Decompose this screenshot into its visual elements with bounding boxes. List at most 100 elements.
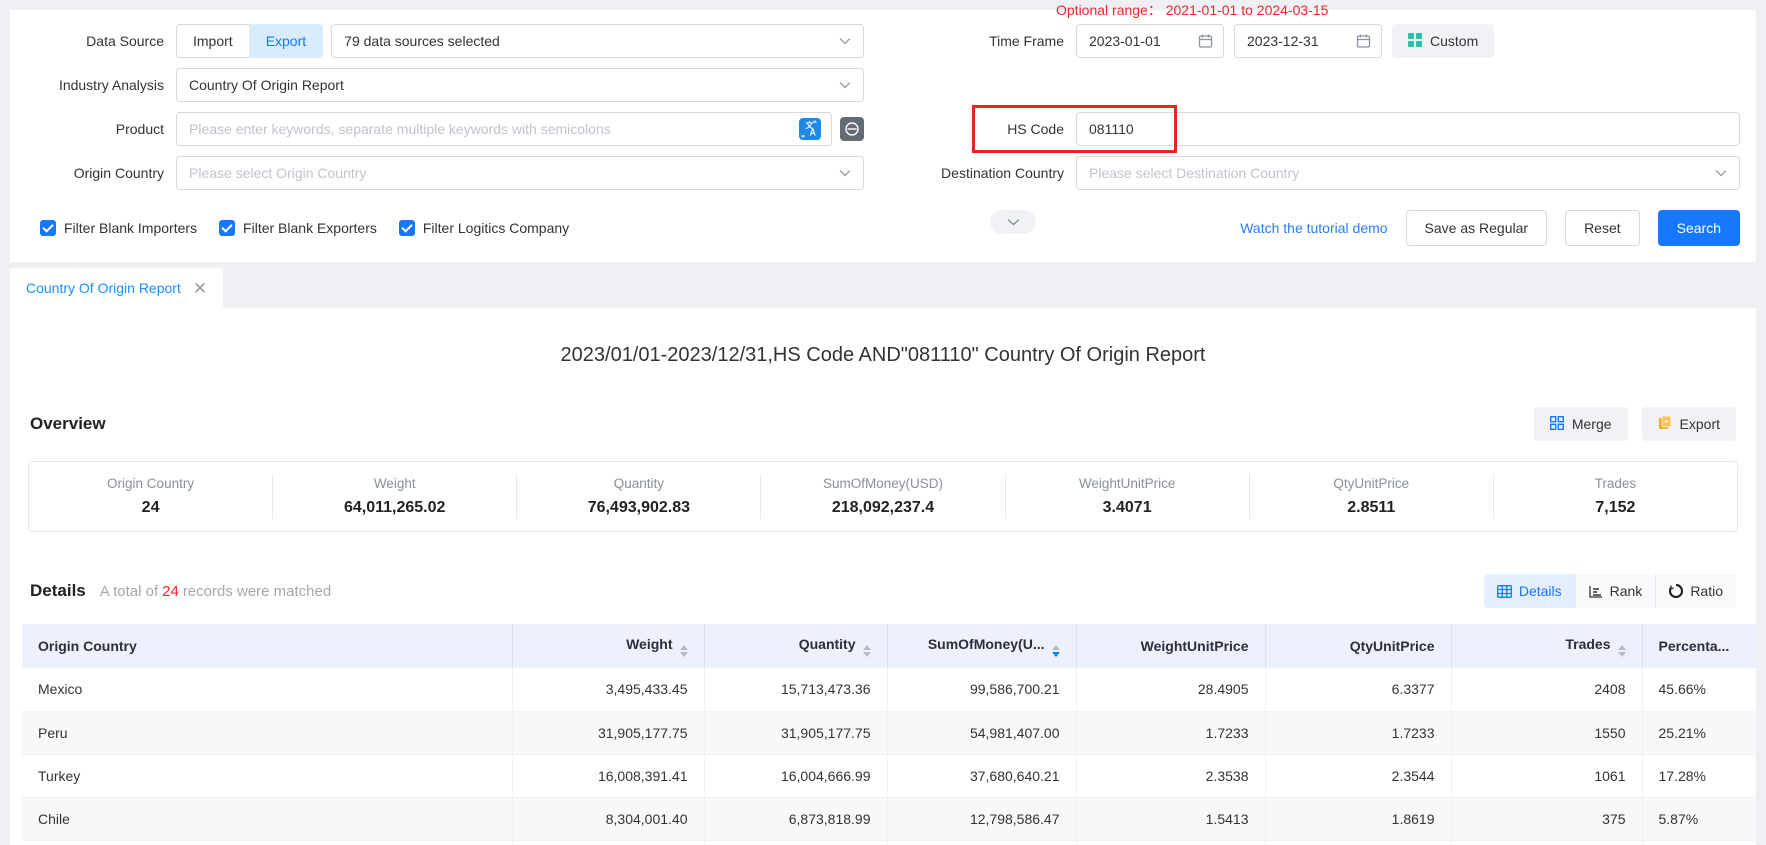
custom-range-button[interactable]: Custom [1392, 24, 1494, 58]
view-details-button[interactable]: Details [1484, 574, 1576, 608]
view-ratio-button[interactable]: Ratio [1656, 574, 1736, 608]
filter-logistics-company-label: Filter Logitics Company [423, 220, 569, 236]
checkbox-checked-icon[interactable] [219, 220, 235, 236]
keyword-expand-icon[interactable] [840, 117, 864, 141]
tab-title: Country Of Origin Report [26, 280, 181, 296]
checkbox-checked-icon[interactable] [40, 220, 56, 236]
hs-code-label: HS Code [864, 121, 1076, 137]
sort-desc-active-icon[interactable] [1052, 645, 1060, 657]
export-toggle-button[interactable]: Export [249, 24, 323, 58]
cell-quantity: 15,713,473.36 [704, 668, 887, 711]
sort-icon[interactable] [680, 645, 688, 657]
stat-weight-unit-price: WeightUnitPrice 3.4071 [1006, 474, 1250, 519]
calendar-icon[interactable] [1198, 34, 1213, 49]
table-row-turkey[interactable]: Turkey 16,008,391.41 16,004,666.99 37,68… [22, 754, 1756, 797]
cell-percentage: 2.64% [1642, 840, 1756, 845]
stat-value: 218,092,237.4 [769, 499, 996, 517]
export-button-label: Export [1680, 416, 1720, 432]
tab-country-of-origin-report[interactable]: Country Of Origin Report ✕ [10, 268, 223, 308]
sort-icon[interactable] [1618, 645, 1626, 657]
stat-value: 24 [37, 499, 264, 517]
cell-weight: 16,008,391.41 [512, 754, 704, 797]
reset-button[interactable]: Reset [1565, 210, 1640, 246]
hs-code-field[interactable] [1076, 112, 1740, 146]
stat-origin-country: Origin Country 24 [29, 474, 273, 519]
sort-icon[interactable] [863, 645, 871, 657]
stat-value: 76,493,902.83 [525, 499, 752, 517]
stat-label: WeightUnitPrice [1014, 476, 1241, 491]
import-toggle-button[interactable]: Import [176, 24, 249, 58]
cell-trades: 1061 [1451, 754, 1642, 797]
origin-country-select[interactable]: Please select Origin Country [176, 156, 864, 190]
chevron-down-icon [1715, 169, 1727, 177]
filter-logistics-company-checkbox[interactable]: Filter Logitics Company [399, 220, 569, 236]
col-header-sum-of-money[interactable]: SumOfMoney(U... [887, 624, 1076, 668]
stat-quantity: Quantity 76,493,902.83 [517, 474, 761, 519]
checkbox-checked-icon[interactable] [399, 220, 415, 236]
stat-trades: Trades 7,152 [1494, 474, 1737, 519]
calendar-icon[interactable] [1356, 34, 1371, 49]
overview-heading: Overview [30, 414, 106, 434]
product-keyword-input[interactable] [189, 113, 789, 145]
start-date-input[interactable] [1089, 25, 1211, 57]
filter-blank-importers-checkbox[interactable]: Filter Blank Importers [40, 220, 197, 236]
data-sources-selected-value: 79 data sources selected [344, 33, 500, 49]
matched-prefix: A total of [100, 583, 158, 600]
stat-label: Quantity [525, 476, 752, 491]
merge-button-label: Merge [1572, 416, 1612, 432]
matched-suffix: records were matched [183, 583, 331, 600]
merge-button[interactable]: Merge [1534, 407, 1628, 441]
start-date-field[interactable] [1076, 24, 1224, 58]
stat-weight: Weight 64,011,265.02 [273, 474, 517, 519]
chevron-down-icon [839, 37, 851, 45]
hs-code-input[interactable] [1089, 113, 1727, 145]
custom-grid-icon [1408, 33, 1422, 50]
product-keyword-field[interactable]: 文A [176, 112, 832, 146]
col-header-percentage: Percenta... [1642, 624, 1756, 668]
overview-header: Overview Merge Export [30, 407, 1736, 441]
tutorial-demo-link[interactable]: Watch the tutorial demo [1240, 220, 1387, 236]
end-date-input[interactable] [1247, 25, 1369, 57]
cell-sum-of-money: 99,586,700.21 [887, 668, 1076, 711]
view-rank-button[interactable]: Rank [1576, 574, 1657, 608]
filter-row-industry: Industry Analysis Country Of Origin Repo… [26, 68, 1740, 102]
data-sources-select[interactable]: 79 data sources selected [331, 24, 864, 58]
report-title: 2023/01/01-2023/12/31,HS Code AND"081110… [10, 308, 1756, 367]
table-header-row: Origin Country Weight Quantity SumOfMone… [22, 624, 1756, 668]
industry-analysis-select[interactable]: Country Of Origin Report [176, 68, 864, 102]
table-row-ukraine[interactable]: Ukraine 3,002,518.50 3,002,518.50 5,760,… [22, 840, 1756, 845]
table-row-chile[interactable]: Chile 8,304,001.40 6,873,818.99 12,798,5… [22, 797, 1756, 840]
export-button[interactable]: Export [1642, 407, 1736, 441]
svg-text:A: A [810, 128, 817, 138]
details-heading: Details [30, 581, 86, 601]
view-rank-label: Rank [1610, 583, 1643, 599]
cell-sum-of-money: 5,760,913.82 [887, 840, 1076, 845]
origin-country-label: Origin Country [26, 165, 176, 181]
col-header-quantity[interactable]: Quantity [704, 624, 887, 668]
translate-icon[interactable]: 文A [799, 118, 821, 140]
stat-value: 2.8511 [1258, 499, 1485, 517]
cell-weight-unit-price: 28.4905 [1076, 668, 1265, 711]
details-table: Origin Country Weight Quantity SumOfMone… [22, 624, 1756, 845]
export-file-icon [1658, 415, 1672, 433]
filter-row-data-source: Data Source Import Export 79 data source… [26, 24, 1740, 58]
end-date-field[interactable] [1234, 24, 1382, 58]
table-row-peru[interactable]: Peru 31,905,177.75 31,905,177.75 54,981,… [22, 711, 1756, 754]
close-icon[interactable]: ✕ [193, 280, 207, 297]
save-as-regular-button[interactable]: Save as Regular [1406, 210, 1548, 246]
search-button[interactable]: Search [1658, 210, 1740, 246]
col-header-weight[interactable]: Weight [512, 624, 704, 668]
stat-label: Weight [281, 476, 508, 491]
filter-actions: Watch the tutorial demo Save as Regular … [1240, 210, 1740, 246]
col-header-trades[interactable]: Trades [1451, 624, 1642, 668]
destination-country-select[interactable]: Please select Destination Country [1076, 156, 1740, 190]
matched-count: 24 [158, 583, 183, 600]
cell-weight: 3,495,433.45 [512, 668, 704, 711]
filter-blank-exporters-checkbox[interactable]: Filter Blank Exporters [219, 220, 377, 236]
tab-strip: Country Of Origin Report ✕ [10, 268, 1756, 308]
cell-sum-of-money: 12,798,586.47 [887, 797, 1076, 840]
collapse-filters-button[interactable] [990, 210, 1036, 234]
cell-qty-unit-price: 2.3544 [1265, 754, 1451, 797]
table-row-mexico[interactable]: Mexico 3,495,433.45 15,713,473.36 99,586… [22, 668, 1756, 711]
col-header-qty-unit-price: QtyUnitPrice [1265, 624, 1451, 668]
